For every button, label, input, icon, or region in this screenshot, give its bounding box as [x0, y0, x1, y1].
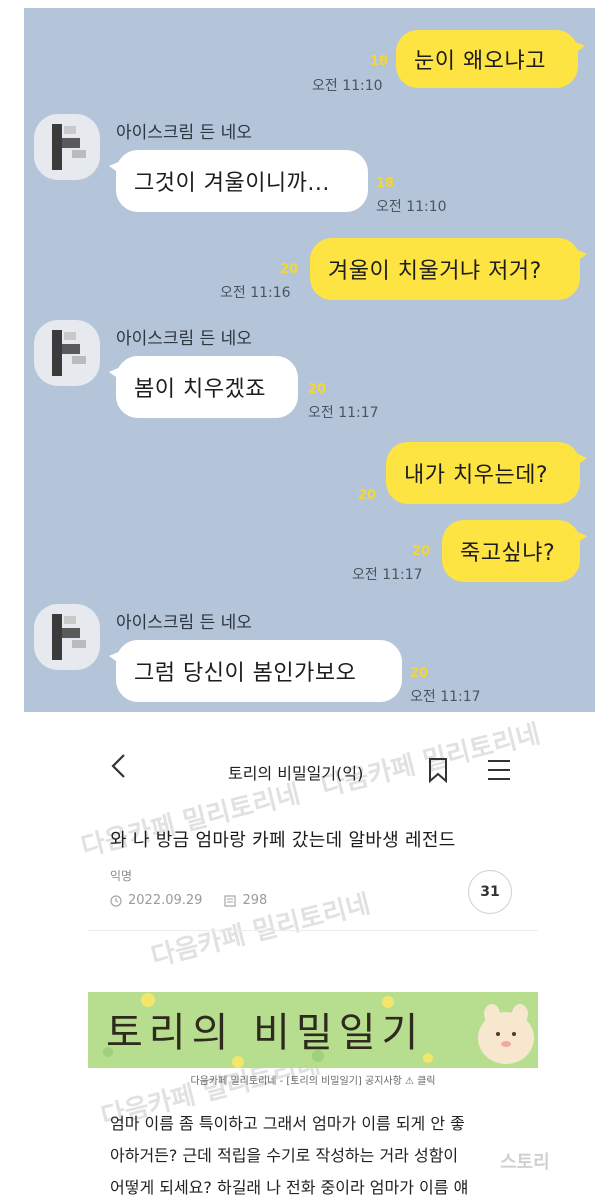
views-icon	[224, 894, 237, 907]
my-message-bubble: 겨울이 치울거냐 저거?	[310, 238, 587, 300]
board-title: 토리의 비밀일기(익)	[228, 764, 364, 783]
message-time: 오전 11:16	[220, 285, 291, 301]
page: 눈이 왜오냐고 18 오전 11:10 아이스크림 든 네오 그것이 겨울이니까…	[0, 0, 600, 1200]
cafe-post-screenshot: 다음카페 밀리토리네 다음카페 밀리토리네 다음카페 밀리토리네 다음카페 밀리…	[78, 719, 543, 1200]
my-message-bubble: 내가 치우는데?	[386, 442, 587, 504]
message-time: 오전 11:17	[352, 567, 423, 583]
sender-name: 아이스크림 든 네오	[116, 123, 252, 143]
read-count: 20	[308, 382, 327, 397]
post-views: 298	[242, 893, 268, 908]
comment-count-button[interactable]: 31	[468, 870, 512, 914]
read-count: 20	[280, 262, 299, 277]
message-time: 오전 11:10	[376, 199, 447, 215]
message-text: 그럼 당신이 봄인가보오	[134, 661, 357, 686]
message-text: 죽고싶냐?	[460, 541, 556, 566]
message-text: 봄이 치우겠죠	[134, 377, 266, 402]
message-text: 그것이 겨울이니까...	[134, 171, 330, 196]
message-time: 오전 11:17	[308, 405, 379, 421]
post-meta: 2022.09.29 298	[110, 893, 267, 908]
banner-title: 토리의 비밀일기	[106, 1010, 425, 1056]
my-message-bubble: 눈이 왜오냐고	[396, 30, 585, 88]
avatar	[34, 604, 100, 670]
board-banner[interactable]: 토리의 비밀일기	[88, 992, 538, 1068]
body-line: 아하거든? 근데 적립을 수기로 작성하는 거라 성함이	[110, 1146, 459, 1165]
sender-name: 아이스크림 든 네오	[116, 329, 252, 349]
their-message-bubble: 그럼 당신이 봄인가보오	[109, 640, 402, 702]
message-time: 오전 11:17	[410, 689, 481, 705]
top-bar: 토리의 비밀일기(익)	[88, 730, 538, 800]
watermark: 스토리	[500, 1152, 550, 1173]
body-line: 어떻게 되세요? 하길래 나 전화 중이라 엄마가 이름 얘	[110, 1178, 469, 1197]
message-text: 눈이 왜오냐고	[414, 49, 546, 74]
menu-icon[interactable]	[486, 759, 512, 781]
read-count: 18	[370, 54, 389, 69]
chevron-left-icon[interactable]	[106, 752, 134, 780]
post-date: 2022.09.29	[128, 893, 203, 908]
message-time: 오전 11:10	[312, 78, 383, 94]
avatar	[34, 114, 100, 180]
clock-icon	[110, 894, 122, 907]
divider	[88, 930, 538, 931]
read-count: 20	[410, 666, 429, 681]
read-count: 18	[376, 176, 395, 191]
body-line: 엄마 이름 좀 특이하고 그래서 엄마가 이름 되게 안 좋	[110, 1114, 465, 1133]
my-message-bubble: 죽고싶냐?	[442, 520, 587, 582]
post-title: 와 나 방금 엄마랑 카페 갔는데 알바생 레전드	[110, 830, 456, 851]
read-count: 20	[358, 488, 377, 503]
sender-name: 아이스크림 든 네오	[116, 613, 252, 633]
avatar	[34, 320, 100, 386]
post-author[interactable]: 익명	[110, 867, 132, 884]
banner-caption[interactable]: 다음카페 밀리토리네 - [토리의 비밀일기] 공지사항 ⚠ 클릭	[88, 1072, 538, 1087]
post-body: 엄마 이름 좀 특이하고 그래서 엄마가 이름 되게 안 좋 아하거든? 근데 …	[110, 1108, 530, 1200]
bookmark-icon[interactable]	[428, 757, 448, 783]
message-text: 겨울이 치울거냐 저거?	[328, 259, 542, 284]
their-message-bubble: 봄이 치우겠죠	[109, 356, 298, 418]
chat-screenshot: 눈이 왜오냐고 18 오전 11:10 아이스크림 든 네오 그것이 겨울이니까…	[24, 8, 595, 712]
message-text: 내가 치우는데?	[404, 463, 549, 488]
their-message-bubble: 그것이 겨울이니까...	[109, 150, 368, 212]
read-count: 20	[412, 544, 431, 559]
